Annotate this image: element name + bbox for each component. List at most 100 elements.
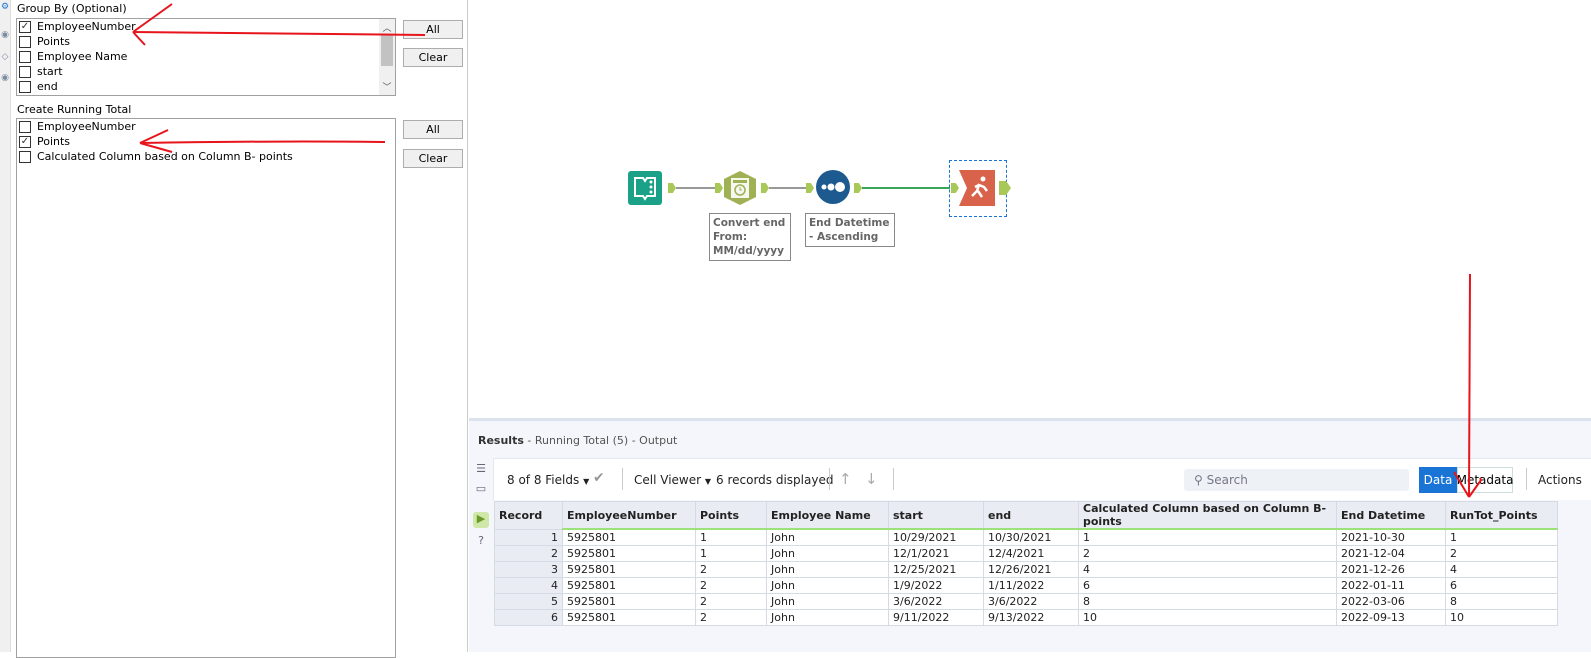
table-cell[interactable]: John [766,560,889,578]
table-cell[interactable]: John [766,592,889,610]
table-cell[interactable]: 2 [1078,544,1337,562]
output-anchor[interactable] [668,183,676,193]
table-cell[interactable]: 10/30/2021 [983,528,1079,546]
table-cell[interactable]: 6 [1078,576,1337,594]
output-anchor[interactable] [999,181,1011,195]
table-cell[interactable]: 1/11/2022 [983,576,1079,594]
group-by-list[interactable]: ✓ EmployeeNumber Points Employee Name start e… [16,18,396,96]
column-header[interactable]: Calculated Column based on Column B- poi… [1078,501,1337,530]
info-icon[interactable]: ◉ [0,73,10,83]
table-cell[interactable]: 6 [494,608,563,626]
table-cell[interactable]: 2 [1445,544,1558,562]
table-cell[interactable]: 2021-10-30 [1336,528,1446,546]
table-cell[interactable]: 5925801 [562,528,696,546]
table-cell[interactable]: 10 [1078,608,1337,626]
checkbox[interactable] [19,150,31,163]
search-input[interactable]: ⚲ Search [1184,469,1409,491]
table-cell[interactable]: 2021-12-04 [1336,544,1446,562]
gear-icon[interactable]: ⚙ [0,2,10,12]
column-header[interactable]: Record [494,501,563,530]
table-cell[interactable]: 2 [695,592,767,610]
datetime-tool-icon[interactable] [722,170,758,206]
table-row[interactable]: 5 5925801 2 John 3/6/2022 3/6/2022 8 2022-03-06… [494,592,1558,610]
running-total-all-button[interactable]: All [403,120,463,139]
column-header[interactable]: end [983,501,1079,530]
tab-metadata[interactable]: Metadata [1457,467,1513,493]
field-checkbox-item[interactable]: ✓ Points [17,134,395,149]
table-cell[interactable]: 9/11/2022 [888,608,984,626]
arrow-up-icon[interactable]: ↑ [839,470,852,488]
data-anchor-icon[interactable]: ▶ [473,512,489,528]
checkmark-icon[interactable]: ✔ [593,470,605,486]
table-cell[interactable]: 1 [1078,528,1337,546]
fields-dropdown[interactable]: 8 of 8 Fields ▼ [507,473,589,487]
input-data-tool-icon[interactable] [627,170,663,206]
table-row[interactable]: 3 5925801 2 John 12/25/2021 12/26/2021 4 2021-1… [494,560,1558,578]
table-row[interactable]: 2 5925801 1 John 12/1/2021 12/4/2021 2 2021-12-… [494,544,1558,562]
field-checkbox-item[interactable]: Points [17,34,395,49]
table-cell[interactable]: 10/29/2021 [888,528,984,546]
checkbox[interactable] [19,80,31,93]
field-checkbox-item[interactable]: start [17,64,395,79]
table-cell[interactable]: 2 [695,608,767,626]
sort-tool-icon[interactable] [815,169,851,205]
column-header[interactable]: Points [695,501,767,530]
scroll-thumb[interactable] [381,34,393,66]
checkbox[interactable] [19,65,31,78]
table-cell[interactable]: 5925801 [562,608,696,626]
column-header[interactable]: start [888,501,984,530]
table-cell[interactable]: 12/1/2021 [888,544,984,562]
running-total-clear-button[interactable]: Clear [403,149,463,168]
running-total-list[interactable]: EmployeeNumber ✓ Points Calculated Column b… [16,118,396,658]
column-header[interactable]: End Datetime [1336,501,1446,530]
scroll-down-icon[interactable]: ﹀ [379,80,395,93]
table-cell[interactable]: 2 [494,544,563,562]
tag-icon[interactable]: ◇ [0,52,10,62]
table-cell[interactable]: John [766,608,889,626]
table-cell[interactable]: 12/4/2021 [983,544,1079,562]
table-cell[interactable]: 9/13/2022 [983,608,1079,626]
workflow-canvas[interactable]: Convert end From: MM/dd/yyyy End Datetim… [469,0,1591,418]
table-cell[interactable]: 1/9/2022 [888,576,984,594]
table-cell[interactable]: 6 [1445,576,1558,594]
checkbox[interactable]: ✓ [19,20,31,33]
output-anchor[interactable] [761,183,769,193]
table-cell[interactable]: 5925801 [562,560,696,578]
table-cell[interactable]: 3/6/2022 [888,592,984,610]
table-cell[interactable]: 1 [1445,528,1558,546]
table-cell[interactable]: 4 [494,576,563,594]
list-icon[interactable]: ☰ [473,462,489,478]
tab-data[interactable]: Data [1419,467,1457,493]
checkbox[interactable] [19,120,31,133]
table-row[interactable]: 1 5925801 1 John 10/29/2021 10/30/2021 1 2021-1… [494,528,1558,546]
scrollbar[interactable]: ︿ ﹀ [379,19,395,95]
table-cell[interactable]: 1 [695,528,767,546]
table-cell[interactable]: 8 [1078,592,1337,610]
help-icon[interactable]: ? [473,534,489,550]
results-grid[interactable]: Record EmployeeNumber Points Employee Name s… [494,501,1558,626]
cell-viewer-dropdown[interactable]: Cell Viewer ▼ [634,473,711,487]
table-cell[interactable]: John [766,544,889,562]
table-cell[interactable]: 1 [695,544,767,562]
output-anchor[interactable] [854,183,862,193]
table-cell[interactable]: 2022-01-11 [1336,576,1446,594]
scroll-up-icon[interactable]: ︿ [379,21,395,34]
table-cell[interactable]: 4 [1078,560,1337,578]
table-cell[interactable]: 2 [695,576,767,594]
field-checkbox-item[interactable]: ✓ EmployeeNumber [17,19,395,34]
table-cell[interactable]: 12/26/2021 [983,560,1079,578]
table-row[interactable]: 4 5925801 2 John 1/9/2022 1/11/2022 6 2022-01-1… [494,576,1558,594]
checkbox[interactable]: ✓ [19,135,31,148]
checkbox[interactable] [19,35,31,48]
table-cell[interactable]: John [766,576,889,594]
column-header[interactable]: Employee Name [766,501,889,530]
table-cell[interactable]: 5925801 [562,592,696,610]
column-header[interactable]: RunTot_Points [1445,501,1558,530]
table-cell[interactable]: 4 [1445,560,1558,578]
field-checkbox-item[interactable]: end [17,79,395,94]
table-cell[interactable]: 2021-12-26 [1336,560,1446,578]
table-cell[interactable]: 12/25/2021 [888,560,984,578]
table-cell[interactable]: 5 [494,592,563,610]
group-by-clear-button[interactable]: Clear [403,48,463,67]
arrow-down-icon[interactable]: ↓ [865,470,878,488]
